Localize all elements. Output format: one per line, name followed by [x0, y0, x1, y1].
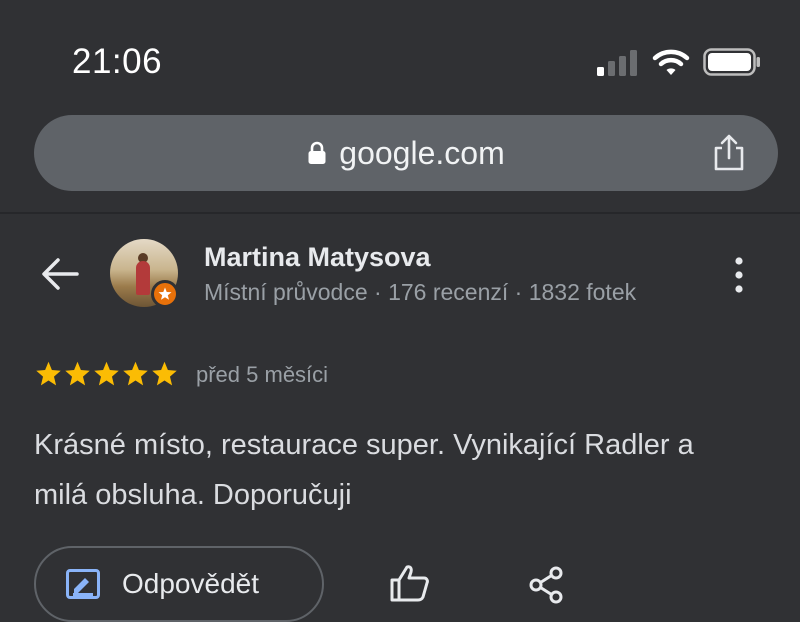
star-icon: [152, 361, 177, 386]
share-icon[interactable]: [528, 566, 564, 604]
back-arrow-icon[interactable]: [40, 257, 80, 291]
reply-button-label: Odpovědět: [122, 568, 259, 599]
star-icon: [94, 361, 119, 386]
star-rating: [34, 360, 179, 390]
local-guide-badge-icon: [151, 280, 179, 308]
status-bar: 21:06: [0, 0, 800, 110]
review-time-ago: před 5 měsíci: [196, 362, 329, 387]
author-name[interactable]: Martina Matysova: [204, 242, 431, 273]
share-icon[interactable]: [712, 134, 746, 172]
status-time: 21:06: [72, 42, 163, 81]
review-text: Krásné místo, restaurace super. Vynikají…: [34, 429, 694, 511]
star-icon: [65, 361, 90, 386]
more-vert-icon[interactable]: [730, 256, 748, 294]
battery-icon: [703, 48, 760, 76]
wifi-icon: [652, 49, 690, 75]
url-display[interactable]: google.com: [34, 115, 778, 191]
star-icon: [123, 361, 148, 386]
author-meta: Místní průvodce · 176 recenzí · 1832 fot…: [204, 279, 637, 305]
reply-button[interactable]: Odpovědět: [34, 546, 324, 622]
thumbs-up-icon[interactable]: [390, 564, 430, 602]
reply-icon: [66, 569, 100, 599]
address-bar[interactable]: google.com: [34, 115, 778, 191]
url-text: google.com: [339, 134, 505, 171]
cellular-signal-icon: [597, 50, 637, 76]
star-icon: [36, 361, 61, 386]
divider: [0, 212, 800, 214]
lock-icon: [308, 141, 326, 164]
